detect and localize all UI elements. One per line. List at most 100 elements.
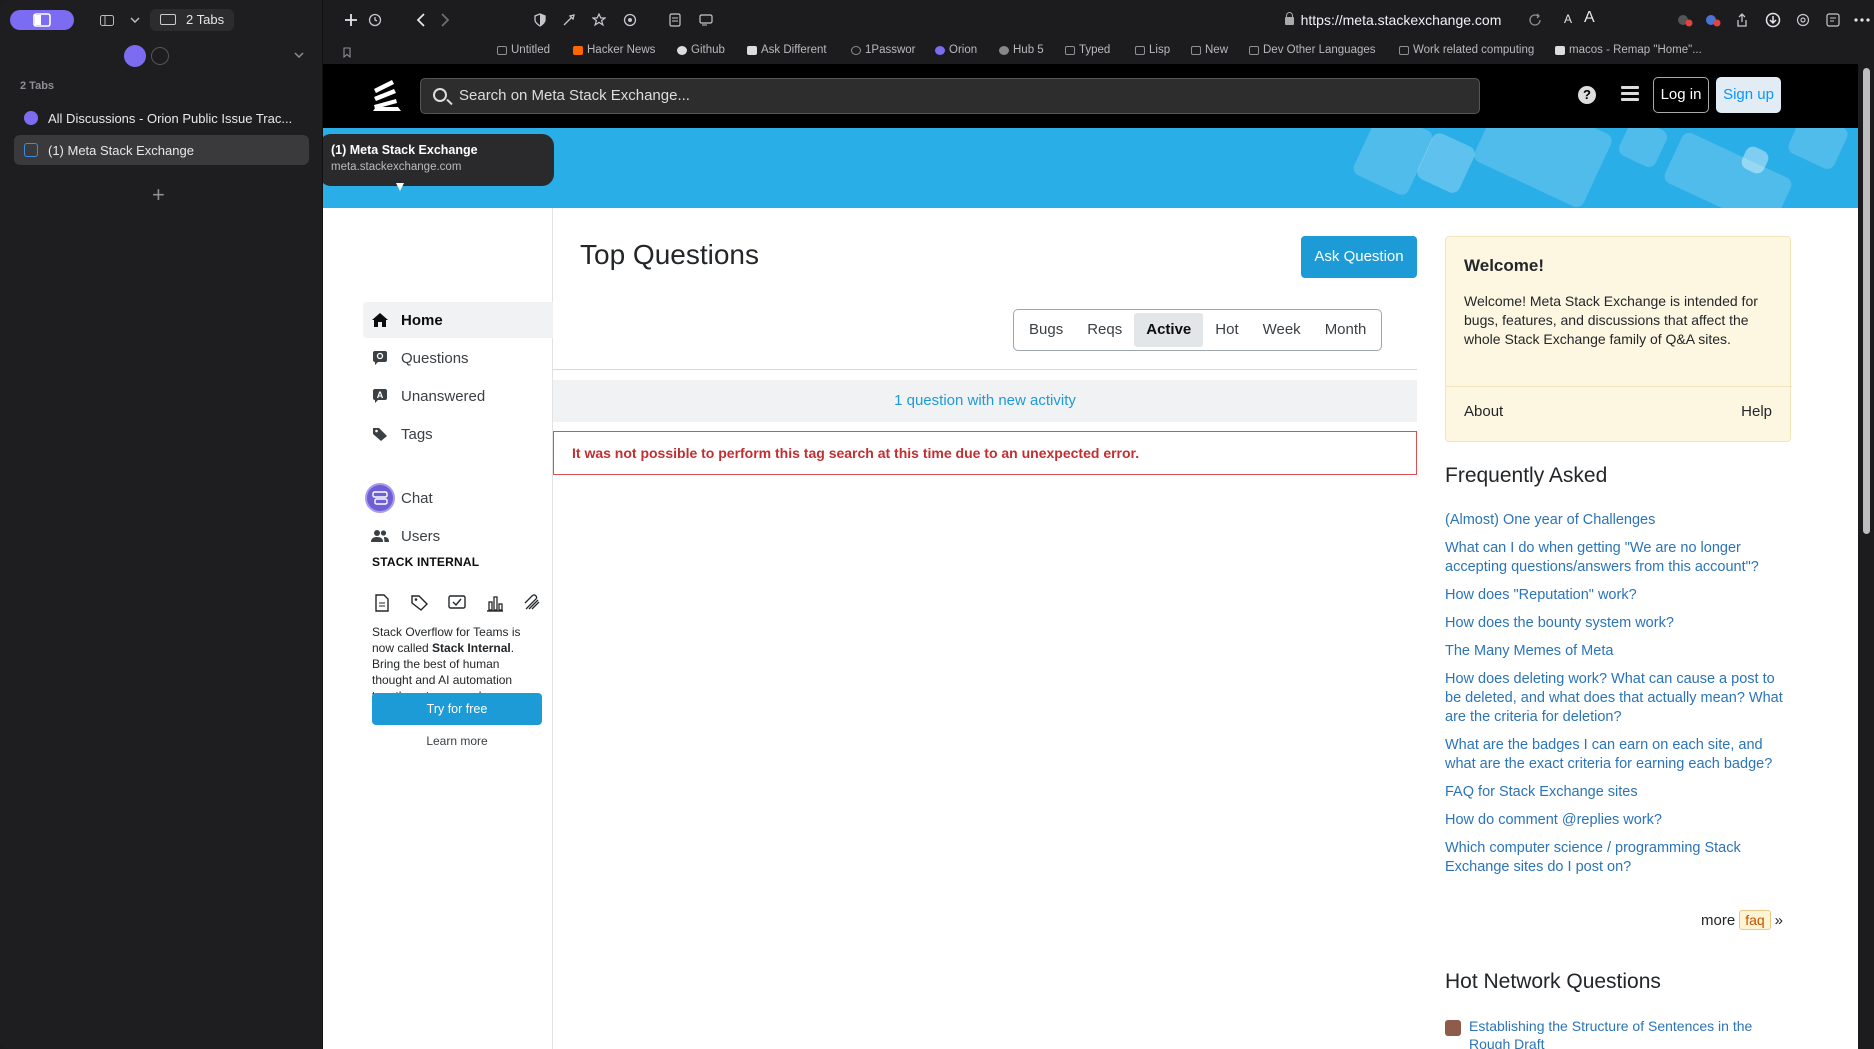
- login-button[interactable]: Log in: [1653, 77, 1709, 113]
- history-icon[interactable]: [365, 10, 385, 30]
- site-search-input[interactable]: Search on Meta Stack Exchange...: [420, 78, 1480, 114]
- nav-item-unanswered[interactable]: A Unanswered: [363, 378, 553, 414]
- bookmark-icon[interactable]: [343, 45, 352, 59]
- sidebar-section-label: 2 Tabs: [20, 80, 55, 92]
- faq-link[interactable]: What can I do when getting "We are no lo…: [1445, 539, 1791, 577]
- left-navigation: Home Questions A Unanswered Tags Chat Us…: [323, 208, 553, 1049]
- about-link[interactable]: About: [1464, 403, 1503, 420]
- hot-network-questions-heading: Hot Network Questions: [1445, 970, 1661, 993]
- question-filter-tabs: Bugs Reqs Active Hot Week Month: [1013, 309, 1383, 351]
- nav-label: Users: [401, 527, 441, 545]
- bookmark-work-related-computing[interactable]: Work related computing: [1399, 44, 1534, 56]
- bookmark-ask-different[interactable]: Ask Different: [747, 44, 827, 56]
- extensions-icon[interactable]: [620, 10, 640, 30]
- search-icon: [433, 88, 447, 102]
- faq-link[interactable]: How do comment @replies work?: [1445, 811, 1791, 830]
- bookmark-orion[interactable]: Orion: [935, 44, 977, 56]
- ask-question-button[interactable]: Ask Question: [1301, 236, 1417, 278]
- sidebar-layout-icon[interactable]: [98, 12, 116, 28]
- signup-button[interactable]: Sign up: [1716, 77, 1781, 113]
- reload-icon[interactable]: [1525, 10, 1545, 30]
- hot-network-question-link[interactable]: Establishing the Structure of Sentences …: [1469, 1017, 1791, 1049]
- faq-link[interactable]: How does the bounty system work?: [1445, 614, 1791, 633]
- nav-item-users[interactable]: Users: [363, 518, 553, 554]
- share-icon[interactable]: [1732, 10, 1752, 30]
- text-larger-button[interactable]: A: [1584, 9, 1595, 27]
- tab-overview-icon[interactable]: [1823, 10, 1843, 30]
- filter-bugs[interactable]: Bugs: [1017, 313, 1075, 347]
- bookmark-macos-remap[interactable]: macos - Remap "Home"...: [1555, 44, 1702, 56]
- new-tab-plus-icon[interactable]: +: [152, 182, 165, 208]
- onepassword-extension-icon[interactable]: [1703, 10, 1723, 30]
- sidebar-toggle-button[interactable]: [10, 10, 74, 30]
- space-icon-active[interactable]: [124, 45, 146, 67]
- reader-icon[interactable]: [665, 10, 685, 30]
- faq-link[interactable]: What are the badges I can earn on each s…: [1445, 736, 1791, 774]
- faq-link[interactable]: FAQ for Stack Exchange sites: [1445, 783, 1791, 802]
- bookmark-dev-other-languages[interactable]: Dev Other Languages: [1249, 44, 1376, 56]
- nav-item-questions[interactable]: Questions: [363, 340, 553, 376]
- site-switcher-icon[interactable]: [1621, 86, 1639, 102]
- faq-link[interactable]: How does deleting work? What can cause a…: [1445, 670, 1791, 727]
- shield-icon[interactable]: [530, 10, 550, 30]
- welcome-box: Welcome! Welcome! Meta Stack Exchange is…: [1445, 236, 1792, 442]
- tabs-count-button[interactable]: 2 Tabs: [150, 9, 235, 31]
- faq-link[interactable]: How does "Reputation" work?: [1445, 586, 1791, 605]
- new-tab-icon[interactable]: [341, 10, 361, 30]
- hot-network-question-item[interactable]: Establishing the Structure of Sentences …: [1445, 1017, 1791, 1049]
- bookmark-typed[interactable]: Typed: [1065, 44, 1110, 56]
- address-bar[interactable]: https://meta.stackexchange.com: [993, 7, 1793, 33]
- chevron-down-icon[interactable]: [292, 48, 306, 62]
- filter-week[interactable]: Week: [1251, 313, 1313, 347]
- downloads-icon[interactable]: [1763, 10, 1783, 30]
- chevron-down-icon[interactable]: [128, 12, 142, 28]
- filter-month[interactable]: Month: [1313, 313, 1379, 347]
- forward-icon[interactable]: [435, 10, 455, 30]
- more-menu-icon[interactable]: [1852, 10, 1872, 30]
- banner-decoration: [1661, 130, 1795, 208]
- stack-internal-icons: [372, 593, 542, 613]
- faq-link[interactable]: (Almost) One year of Challenges: [1445, 511, 1791, 530]
- page-menu-icon[interactable]: [696, 10, 716, 30]
- bookmark-github[interactable]: Github: [677, 44, 725, 56]
- browser-window: 2 Tabs 2 Tabs All Discussions - Orion Pu…: [0, 0, 1874, 1049]
- filter-reqs[interactable]: Reqs: [1075, 313, 1134, 347]
- nav-item-chat[interactable]: Chat: [363, 480, 553, 516]
- unanswered-icon: A: [371, 387, 389, 405]
- filter-active[interactable]: Active: [1134, 313, 1204, 347]
- page-title: Top Questions: [580, 239, 759, 270]
- bookmark-hub5[interactable]: Hub 5: [999, 44, 1044, 56]
- bookmark-untitled[interactable]: Untitled: [497, 44, 550, 56]
- learn-more-link[interactable]: Learn more: [372, 734, 542, 748]
- help-link[interactable]: Help: [1741, 403, 1772, 420]
- add-space-icon[interactable]: [151, 47, 169, 65]
- filter-hot[interactable]: Hot: [1203, 313, 1250, 347]
- scrollbar-thumb[interactable]: [1863, 68, 1870, 534]
- browser-toolbar: https://meta.stackexchange.com A A: [323, 0, 1874, 40]
- target-icon[interactable]: [1793, 10, 1813, 30]
- try-for-free-button[interactable]: Try for free: [372, 693, 542, 725]
- sidebar-tab-meta-stack-exchange[interactable]: (1) Meta Stack Exchange: [14, 135, 309, 165]
- faq-link[interactable]: The Many Memes of Meta: [1445, 642, 1791, 661]
- back-icon[interactable]: [411, 10, 431, 30]
- sidebar-tab-orion-issues[interactable]: All Discussions - Orion Public Issue Tra…: [14, 103, 309, 133]
- bookmark-star-icon[interactable]: [589, 10, 609, 30]
- extension-badge-icon[interactable]: [1675, 10, 1695, 30]
- stackexchange-logo-icon[interactable]: [370, 77, 404, 113]
- brush-icon[interactable]: [559, 10, 579, 30]
- nav-item-home[interactable]: Home: [363, 302, 553, 338]
- bookmark-1password[interactable]: 1Passwor: [851, 44, 916, 56]
- new-activity-banner[interactable]: 1 question with new activity: [553, 380, 1417, 422]
- bookmark-hacker-news[interactable]: Hacker News: [573, 44, 655, 56]
- text-smaller-button[interactable]: A: [1564, 12, 1572, 26]
- faq-tag[interactable]: faq: [1739, 910, 1771, 930]
- nav-item-tags[interactable]: Tags: [363, 416, 553, 452]
- help-icon[interactable]: ?: [1578, 86, 1596, 104]
- bookmark-lisp[interactable]: Lisp: [1135, 44, 1170, 56]
- more-faq-link[interactable]: more faq »: [1701, 910, 1783, 930]
- tab-hover-card: (1) Meta Stack Exchange meta.stackexchan…: [323, 134, 554, 191]
- page-scrollbar[interactable]: [1858, 64, 1874, 1049]
- folder-icon: [1191, 45, 1201, 55]
- bookmark-new[interactable]: New: [1191, 44, 1228, 56]
- faq-link[interactable]: Which computer science / programming Sta…: [1445, 839, 1791, 877]
